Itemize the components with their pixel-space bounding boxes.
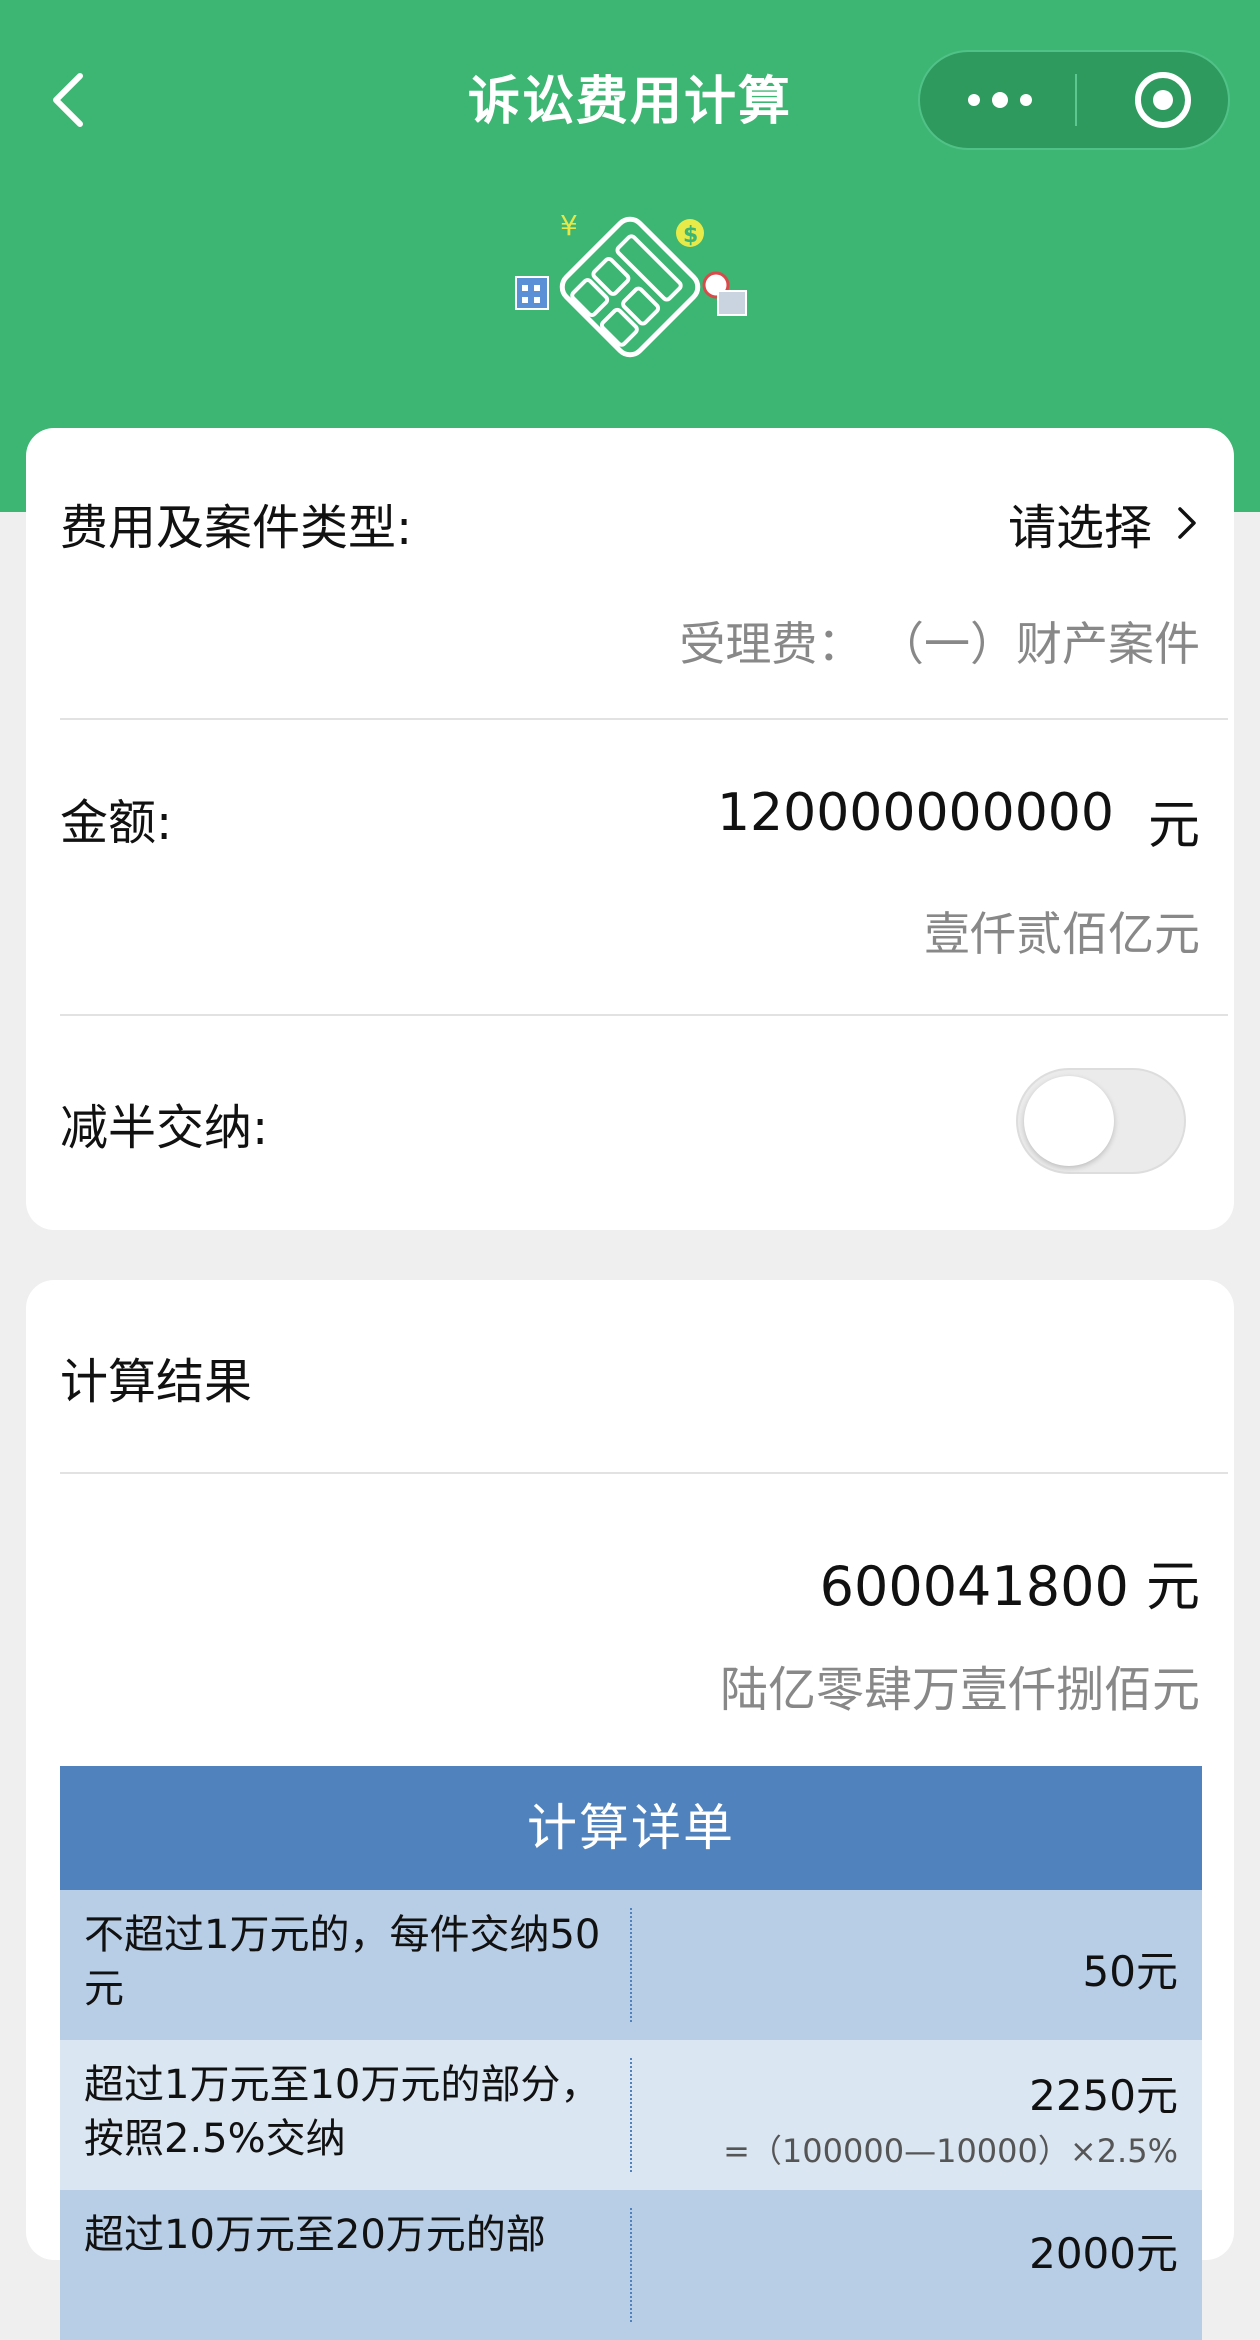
fee-type-select[interactable]: 请选择 [1008, 488, 1200, 558]
target-icon[interactable] [1105, 52, 1225, 148]
toggle-knob [1024, 1076, 1114, 1166]
row-amount: 2000元 [1029, 2229, 1178, 2278]
row-amount: 50元 [1082, 1947, 1178, 1996]
result-value: 600041800 元 [819, 1555, 1200, 1618]
divider [60, 1014, 1228, 1016]
mini-program-capsule [918, 50, 1230, 150]
half-pay-label: 减半交纳: [60, 1100, 269, 1156]
row-description: 超过10万元至20万元的部 [84, 2212, 546, 2258]
chevron-right-icon [1178, 507, 1196, 539]
table-row: 超过10万元至20万元的部 2000元 [60, 2190, 1202, 2340]
table-row: 不超过1万元的，每件交纳50元 50元 [60, 1890, 1202, 2040]
svg-text:$: $ [683, 223, 698, 248]
fee-type-sub-prefix: 受理费： [679, 617, 864, 671]
row-description: 不超过1万元的，每件交纳50元 [84, 1912, 601, 2012]
row-amount: 2250元 [1029, 2071, 1178, 2120]
detail-table-title: 计算详单 [60, 1766, 1202, 1890]
fee-type-value: 请选择 [1007, 500, 1152, 556]
amount-label: 金额: [60, 795, 173, 851]
input-card: 费用及案件类型: 请选择 受理费： （一）财产案件 金额: 1200000000… [26, 428, 1234, 1230]
more-dots-icon[interactable] [920, 52, 1075, 148]
row-formula: =（100000—10000）×2.5% [723, 2132, 1178, 2170]
calculator-illustration-icon: ¥ $ [515, 209, 747, 358]
calc-detail-table: 计算详单 不超过1万元的，每件交纳50元 50元 超过1万元至10万元的部分，按… [60, 1766, 1202, 2340]
divider [60, 1472, 1228, 1474]
fee-type-label: 费用及案件类型: [60, 500, 413, 556]
result-chinese: 陆亿零肆万壹仟捌佰元 [719, 1662, 1200, 1718]
amount-value: 120000000000 [716, 783, 1114, 843]
capsule-divider [1075, 74, 1077, 126]
column-separator [630, 2058, 632, 2172]
svg-text:¥: ¥ [560, 209, 578, 242]
fee-type-sub-value: （一）财产案件 [878, 617, 1200, 671]
amount-chinese: 壹仟贰佰亿元 [924, 907, 1200, 961]
table-row: 超过1万元至10万元的部分，按照2.5%交纳 2250元 =（100000—10… [60, 2040, 1202, 2190]
column-separator [630, 1908, 632, 2022]
half-pay-toggle[interactable] [1016, 1068, 1186, 1174]
row-description: 超过1万元至10万元的部分，按照2.5%交纳 [84, 2062, 601, 2162]
amount-unit: 元 [1147, 796, 1200, 856]
amount-input[interactable]: 120000000000 元 [717, 783, 1200, 858]
fee-type-selected: 受理费： （一）财产案件 [679, 608, 1200, 674]
divider [60, 718, 1228, 720]
column-separator [630, 2208, 632, 2322]
result-card: 计算结果 600041800 元 陆亿零肆万壹仟捌佰元 计算详单 不超过1万元的… [26, 1280, 1234, 2340]
result-title: 计算结果 [60, 1354, 253, 1410]
